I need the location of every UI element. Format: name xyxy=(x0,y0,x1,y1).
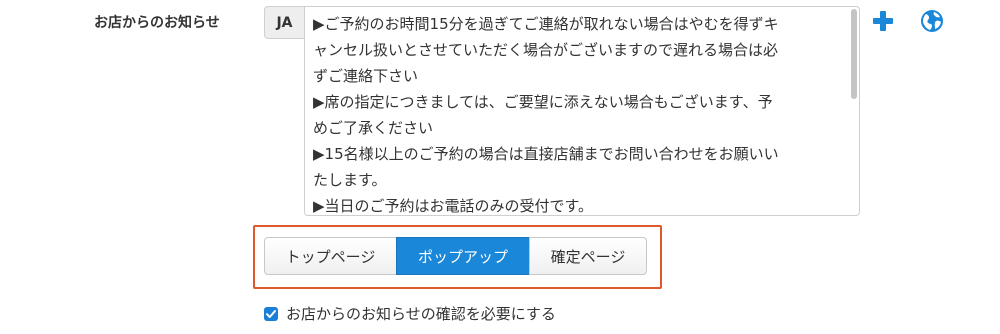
check-icon xyxy=(266,309,276,318)
display-mode-toggle: トップページ ポップアップ 確定ページ xyxy=(264,237,647,275)
notice-line: ▶当日のご予約はお電話のみの受付です。 xyxy=(313,197,594,215)
globe-icon[interactable] xyxy=(919,8,945,34)
confirm-checkbox-row[interactable]: お店からのお知らせの確認を必要にする xyxy=(264,303,556,324)
tab-popup[interactable]: ポップアップ xyxy=(396,237,530,275)
notice-line: めご了承ください xyxy=(313,119,434,137)
tab-top-page[interactable]: トップページ xyxy=(264,237,397,275)
notice-line: たします。 xyxy=(313,171,387,189)
notice-line: ャンセル扱いとさせていただく場合がございますので遅れる場合は必 xyxy=(313,41,779,59)
language-badge: JA xyxy=(264,6,304,39)
notice-line: ずご連絡下さい xyxy=(313,67,419,85)
notice-text: ▶ご予約のお時間15分を過ぎてご連絡が取れない場合はやむを得ずキ ャンセル扱いと… xyxy=(313,11,851,215)
confirm-checkbox[interactable] xyxy=(264,306,278,321)
plus-icon[interactable] xyxy=(870,8,896,34)
textarea-scrollbar[interactable] xyxy=(851,9,857,99)
field-label: お店からのお知らせ xyxy=(94,15,220,31)
notice-textarea[interactable]: ▶ご予約のお時間15分を過ぎてご連絡が取れない場合はやむを得ずキ ャンセル扱いと… xyxy=(304,6,860,216)
notice-line: ▶ご予約のお時間15分を過ぎてご連絡が取れない場合はやむを得ずキ xyxy=(313,15,779,33)
notice-line: ▶席の指定につきましては、ご要望に添えない場合もございます、予 xyxy=(313,93,773,111)
confirm-checkbox-label: お店からのお知らせの確認を必要にする xyxy=(286,305,556,323)
notice-line: ▶15名様以上のご予約の場合は直接店舗までお問い合わせをお願いい xyxy=(313,145,779,163)
tab-confirm-page[interactable]: 確定ページ xyxy=(529,237,647,275)
